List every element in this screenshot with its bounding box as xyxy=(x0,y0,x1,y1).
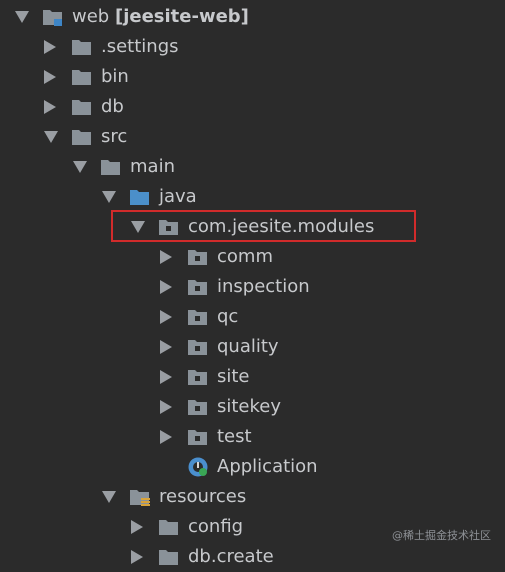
module-name-suffix: [jeesite-web] xyxy=(114,6,249,27)
tree-item-label: quality xyxy=(217,336,279,358)
expand-arrow-right-icon[interactable] xyxy=(160,310,172,324)
tree-item-label: db xyxy=(101,96,124,118)
spring-boot-class-icon xyxy=(187,456,209,483)
tree-item-text: quality xyxy=(217,336,279,357)
package-icon xyxy=(187,368,209,392)
tree-item-text: java xyxy=(159,186,197,207)
expand-arrow-down-icon[interactable] xyxy=(102,191,116,203)
tree-item-label: bin xyxy=(101,66,129,88)
tree-item-label: java xyxy=(159,186,197,208)
expand-arrow-right-icon[interactable] xyxy=(160,400,172,414)
expand-arrow-right-icon[interactable] xyxy=(160,280,172,294)
tree-item-text: sitekey xyxy=(217,396,282,417)
tree-item-label: src xyxy=(101,126,127,148)
folder-icon xyxy=(100,158,122,182)
tree-item-bin[interactable]: bin xyxy=(0,62,505,92)
tree-item-label: site xyxy=(217,366,250,388)
expand-arrow-right-icon[interactable] xyxy=(131,520,143,534)
tree-item-text: main xyxy=(130,156,175,177)
tree-item-label: main xyxy=(130,156,175,178)
tree-item-label: inspection xyxy=(217,276,310,298)
tree-item-test[interactable]: test xyxy=(0,422,505,452)
expand-arrow-right-icon[interactable] xyxy=(131,550,143,564)
tree-item-sitekey[interactable]: sitekey xyxy=(0,392,505,422)
tree-item-text: web xyxy=(72,6,110,27)
package-icon xyxy=(187,308,209,332)
tree-item-src[interactable]: src xyxy=(0,122,505,152)
expand-arrow-right-icon[interactable] xyxy=(160,340,172,354)
tree-item-comm[interactable]: comm xyxy=(0,242,505,272)
tree-item-text: config xyxy=(188,516,244,537)
folder-icon xyxy=(158,548,180,572)
expand-arrow-down-icon[interactable] xyxy=(102,491,116,503)
tree-item-text: bin xyxy=(101,66,129,87)
folder-icon xyxy=(71,38,93,62)
tree-item-text: inspection xyxy=(217,276,310,297)
tree-item-text: .settings xyxy=(101,36,179,57)
tree-item-text: comm xyxy=(217,246,273,267)
tree-item-db[interactable]: db xyxy=(0,92,505,122)
tree-item-web[interactable]: web [jeesite-web] xyxy=(0,2,505,32)
package-icon xyxy=(187,338,209,362)
tree-item-label: sitekey xyxy=(217,396,281,418)
expand-arrow-right-icon[interactable] xyxy=(44,40,56,54)
expand-arrow-down-icon[interactable] xyxy=(44,131,58,143)
tree-item-text: db xyxy=(101,96,124,117)
tree-item-label: qc xyxy=(217,306,238,328)
expand-arrow-down-icon[interactable] xyxy=(73,161,87,173)
tree-item-label: Application xyxy=(217,456,318,478)
package-icon xyxy=(187,278,209,302)
expand-arrow-down-icon[interactable] xyxy=(15,11,29,23)
package-icon xyxy=(187,248,209,272)
expand-arrow-right-icon[interactable] xyxy=(44,100,56,114)
tree-item-qc[interactable]: qc xyxy=(0,302,505,332)
expand-arrow-right-icon[interactable] xyxy=(160,250,172,264)
tree-item-label: resources xyxy=(159,486,246,508)
resources-folder-icon xyxy=(129,488,151,512)
tree-item-main[interactable]: main xyxy=(0,152,505,182)
folder-icon xyxy=(71,98,93,122)
folder-icon xyxy=(158,518,180,542)
folder-icon xyxy=(71,68,93,92)
package-icon xyxy=(187,398,209,422)
highlight-box xyxy=(111,210,416,242)
tree-item-label: web [jeesite-web] xyxy=(72,6,249,28)
tree-item-resources[interactable]: resources xyxy=(0,482,505,512)
tree-item-label: .settings xyxy=(101,36,179,58)
expand-arrow-right-icon[interactable] xyxy=(160,430,172,444)
tree-item-label: test xyxy=(217,426,252,448)
watermark: @稀土掘金技术社区 xyxy=(392,529,491,542)
tree-item-label: comm xyxy=(217,246,273,268)
package-icon xyxy=(187,428,209,452)
tree-item-text: Application xyxy=(217,456,318,477)
tree-item-text: src xyxy=(101,126,128,147)
tree-item-text: site xyxy=(217,366,250,387)
tree-item-text: test xyxy=(217,426,252,447)
folder-icon xyxy=(71,128,93,152)
tree-item-db-create[interactable]: db.create xyxy=(0,542,505,572)
tree-item-java[interactable]: java xyxy=(0,182,505,212)
tree-item-quality[interactable]: quality xyxy=(0,332,505,362)
tree-item--settings[interactable]: .settings xyxy=(0,32,505,62)
tree-item-inspection[interactable]: inspection xyxy=(0,272,505,302)
module-folder-icon xyxy=(42,8,64,32)
tree-item-site[interactable]: site xyxy=(0,362,505,392)
tree-item-application[interactable]: Application xyxy=(0,452,505,482)
expand-arrow-right-icon[interactable] xyxy=(44,70,56,84)
source-folder-icon xyxy=(129,188,151,212)
tree-item-text: qc xyxy=(217,306,239,327)
tree-item-label: db.create xyxy=(188,546,274,568)
tree-item-text: resources xyxy=(159,486,247,507)
tree-item-label: config xyxy=(188,516,243,538)
expand-arrow-right-icon[interactable] xyxy=(160,370,172,384)
